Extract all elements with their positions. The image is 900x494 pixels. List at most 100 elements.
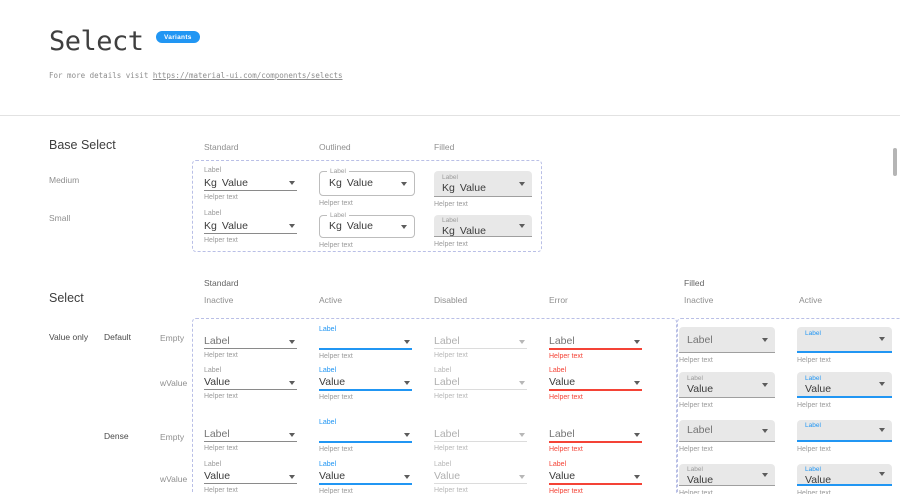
select-input[interactable]: Value bbox=[319, 470, 412, 483]
select-standard-inactive-empty: Label Helper text bbox=[204, 325, 297, 359]
chevron-down-icon bbox=[634, 340, 640, 344]
select-filled-inactive-wvalue: Label Value Helper text bbox=[679, 372, 775, 409]
select-input[interactable]: Label bbox=[797, 327, 892, 353]
select-input[interactable]: Value bbox=[204, 376, 297, 389]
select-input[interactable]: Label KgValue bbox=[319, 215, 415, 238]
row-label-dense: Dense bbox=[104, 431, 129, 441]
page-title: Select bbox=[49, 26, 144, 57]
select-placeholder: Label bbox=[549, 428, 575, 440]
select-input[interactable]: Value bbox=[549, 376, 642, 389]
select-underline bbox=[204, 389, 297, 390]
select-helper-text: Helper text bbox=[549, 353, 642, 360]
select-input[interactable]: Label KgValue bbox=[434, 215, 532, 237]
select-value: Value bbox=[222, 220, 248, 232]
chevron-down-icon bbox=[404, 433, 410, 437]
select-input[interactable]: Label KgValue bbox=[319, 171, 415, 196]
select-adornment: Kg bbox=[204, 177, 217, 189]
select-standard-active-empty-dense: Label Helper text bbox=[319, 418, 412, 453]
select-input[interactable]: Label bbox=[679, 420, 775, 442]
select-input[interactable]: KgValue bbox=[204, 219, 297, 233]
select-underline bbox=[204, 233, 297, 234]
select-value: Value bbox=[204, 376, 230, 388]
select-helper-text: Helper text bbox=[204, 352, 297, 359]
select-placeholder: Label bbox=[204, 335, 230, 347]
select-input[interactable]: Label Value bbox=[797, 372, 892, 398]
chevron-down-icon bbox=[289, 381, 295, 385]
select-input[interactable]: Value bbox=[204, 470, 297, 483]
chevron-down-icon bbox=[404, 381, 410, 385]
select-helper-text: Helper text bbox=[434, 241, 532, 248]
chevron-down-icon bbox=[289, 181, 295, 185]
select-standard-inactive-empty-dense: Label Helper text bbox=[204, 418, 297, 452]
select-standard-disabled-empty-dense: Label Helper text bbox=[434, 418, 527, 452]
select-helper-text: Helper text bbox=[797, 490, 892, 494]
base-select-filled-medium: Label KgValue Helper text bbox=[434, 171, 532, 208]
select-underline bbox=[434, 389, 527, 390]
select-filled-active-wvalue: Label Value Helper text bbox=[797, 372, 892, 409]
base-select-standard-small: Label KgValue Helper text bbox=[204, 209, 297, 244]
select-input[interactable] bbox=[319, 335, 412, 348]
select-floating-label: Label bbox=[805, 422, 884, 430]
state-header-inactive: Inactive bbox=[204, 295, 233, 305]
variants-badge: Variants bbox=[156, 31, 200, 43]
select-helper-text: Helper text bbox=[549, 394, 642, 401]
select-standard-inactive-wvalue: Label Value Helper text bbox=[204, 366, 297, 400]
column-header-filled: Filled bbox=[434, 142, 454, 152]
subtitle-text: For more details visit bbox=[49, 71, 153, 80]
select-floating-label: Label bbox=[319, 366, 412, 376]
chevron-down-icon bbox=[519, 381, 525, 385]
select-standard-error-wvalue-dense: Label Value Helper text bbox=[549, 460, 642, 494]
select-helper-text: Helper text bbox=[204, 237, 297, 244]
select-input[interactable]: Label Value bbox=[679, 372, 775, 398]
chevron-down-icon bbox=[289, 433, 295, 437]
select-placeholder: Label bbox=[687, 422, 767, 439]
select-input[interactable]: Value bbox=[434, 470, 527, 483]
select-helper-text: Helper text bbox=[679, 402, 775, 409]
select-input[interactable]: Label bbox=[549, 335, 642, 348]
chevron-down-icon bbox=[289, 340, 295, 344]
select-helper-text: Helper text bbox=[434, 487, 527, 494]
select-input[interactable]: Label bbox=[434, 376, 527, 389]
select-input[interactable]: Label bbox=[204, 335, 297, 348]
base-select-outlined-small: Label KgValue Helper text bbox=[319, 215, 415, 249]
vertical-scrollbar[interactable] bbox=[893, 148, 897, 176]
select-spec-page: Select Variants For more details visit h… bbox=[0, 0, 900, 494]
select-placeholder: Label bbox=[687, 330, 767, 351]
docs-link[interactable]: https://material-ui.com/components/selec… bbox=[153, 71, 343, 80]
select-input[interactable]: Label Value bbox=[679, 464, 775, 486]
select-input[interactable]: Label Value bbox=[797, 464, 892, 486]
select-value: KgValue bbox=[442, 225, 524, 237]
select-helper-text: Helper text bbox=[797, 446, 892, 453]
chevron-down-icon bbox=[519, 340, 525, 344]
base-select-outlined-medium: Label KgValue Helper text bbox=[319, 171, 415, 207]
row-label-medium: Medium bbox=[49, 175, 79, 185]
state-header-error: Error bbox=[549, 295, 568, 305]
select-input[interactable]: Label bbox=[797, 420, 892, 442]
state-header-filled-inactive: Inactive bbox=[684, 295, 713, 305]
chevron-down-icon bbox=[401, 182, 407, 186]
select-input[interactable]: Label bbox=[549, 428, 642, 441]
select-input[interactable]: Value bbox=[549, 470, 642, 483]
select-input[interactable]: Label bbox=[434, 428, 527, 441]
select-floating-label: Label bbox=[687, 375, 767, 383]
select-filled-inactive-empty: Label Helper text bbox=[679, 327, 775, 364]
select-input[interactable]: KgValue bbox=[204, 176, 297, 190]
select-underline bbox=[549, 389, 642, 391]
select-input[interactable]: Label bbox=[679, 327, 775, 353]
select-floating-label: Label bbox=[319, 460, 412, 470]
select-input[interactable]: Value bbox=[319, 376, 412, 389]
select-input[interactable] bbox=[319, 428, 412, 441]
select-input[interactable]: Label KgValue bbox=[434, 171, 532, 197]
select-label: Label bbox=[327, 211, 349, 220]
select-helper-text: Helper text bbox=[679, 357, 775, 364]
select-value: Value bbox=[687, 383, 767, 395]
select-helper-text: Helper text bbox=[679, 446, 775, 453]
select-underline bbox=[204, 348, 297, 349]
subtitle: For more details visit https://material-… bbox=[49, 71, 343, 80]
select-standard-active-empty: Label Helper text bbox=[319, 325, 412, 360]
select-input[interactable]: Label bbox=[204, 428, 297, 441]
chevron-down-icon bbox=[519, 433, 525, 437]
select-helper-text: Helper text bbox=[204, 194, 297, 201]
select-input[interactable]: Label bbox=[434, 335, 527, 348]
select-floating-label: Label bbox=[434, 366, 527, 376]
